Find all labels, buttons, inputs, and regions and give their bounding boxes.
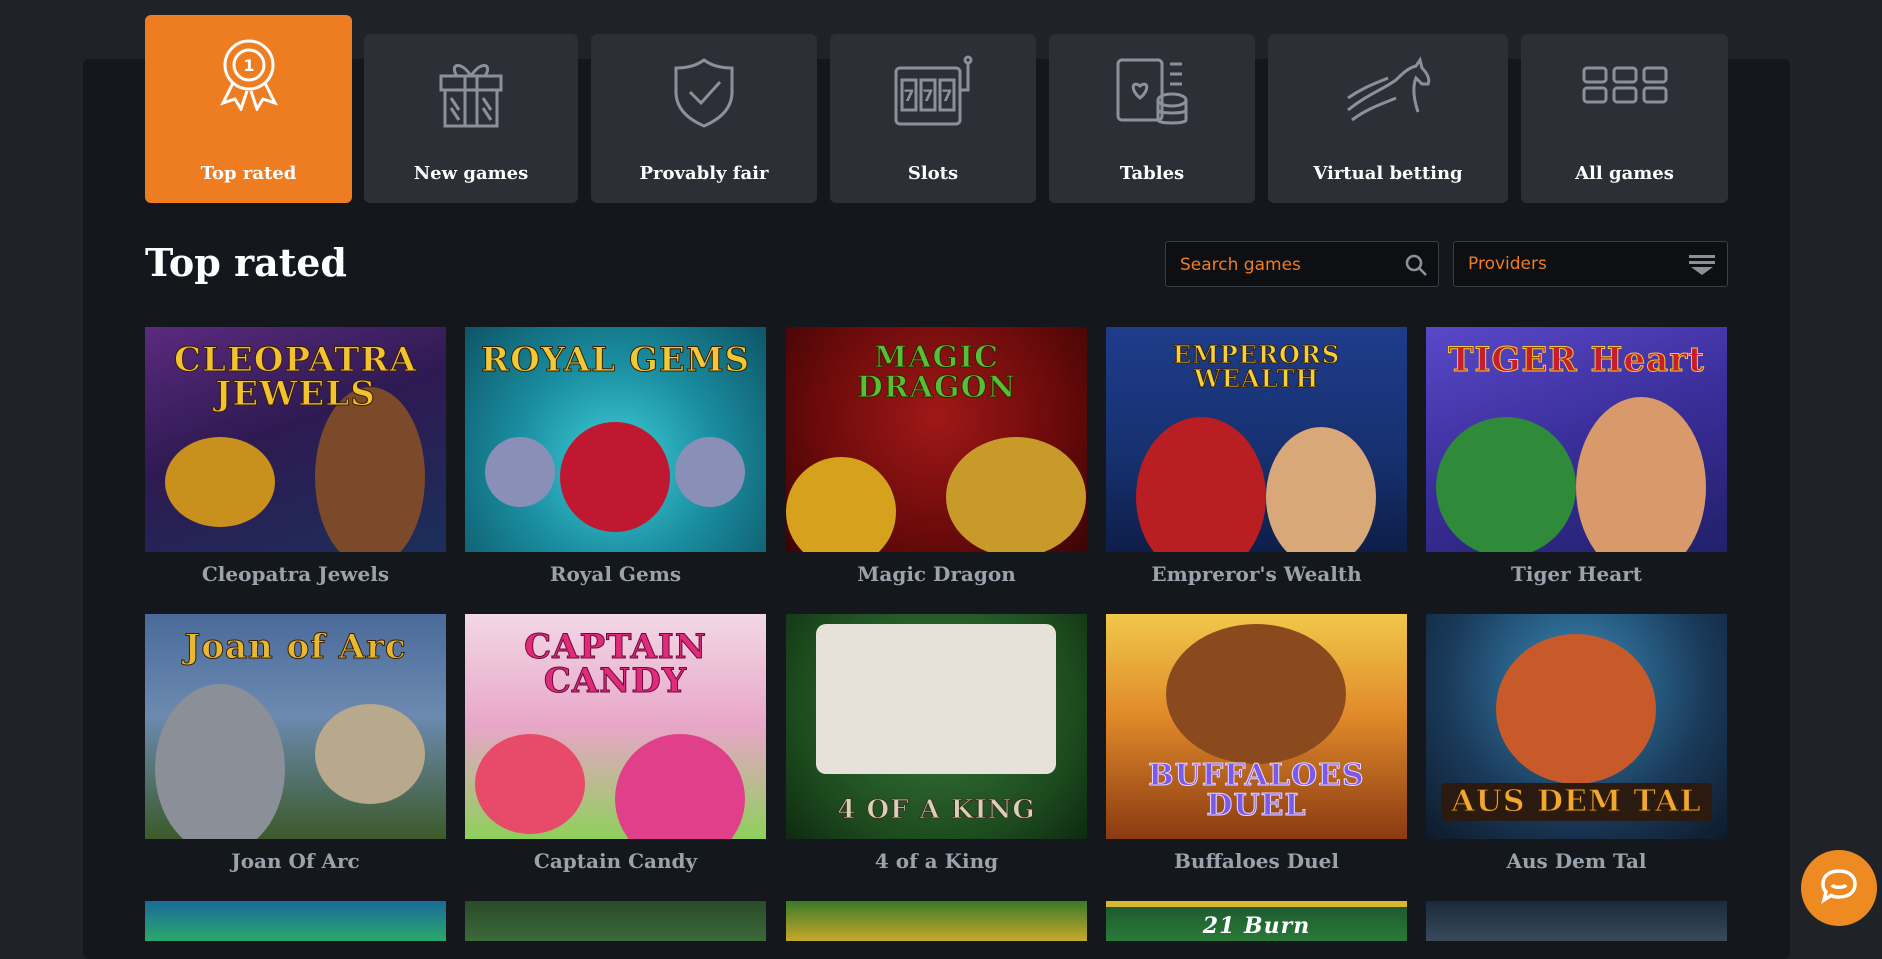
game-title: Joan Of Arc — [231, 849, 360, 873]
game-title: Captain Candy — [533, 849, 698, 873]
game-thumbnail: 21 Burn — [1106, 901, 1407, 941]
game-logo: BUFFALOES DUEL — [1148, 758, 1365, 823]
game-logo: EMPERORS WEALTH — [1172, 340, 1341, 393]
search-icon[interactable] — [1404, 253, 1428, 281]
game-title: Aus Dem Tal — [1506, 849, 1647, 873]
game-card-captain-candy[interactable]: CAPTAIN CANDY Captain Candy — [465, 614, 766, 873]
slot-machine-icon: 7 7 7 — [830, 52, 1036, 132]
game-card-magic-dragon[interactable]: MAGIC DRAGON Magic Dragon — [786, 327, 1087, 586]
game-logo: CLEOPATRA JEWELS — [173, 340, 418, 414]
game-card[interactable] — [145, 901, 446, 941]
game-thumbnail: CLEOPATRA JEWELS — [145, 327, 446, 552]
gift-icon — [364, 52, 578, 132]
providers-dropdown[interactable]: Providers — [1453, 241, 1728, 287]
tab-label: All games — [1575, 163, 1674, 184]
svg-text:7: 7 — [903, 86, 914, 105]
cards-chips-icon — [1049, 52, 1255, 132]
game-card[interactable] — [786, 901, 1087, 941]
game-card-4-of-a-king[interactable]: 4 OF A KING 4 of a King — [786, 614, 1087, 873]
game-logo: 21 Burn — [1202, 913, 1311, 939]
chat-button[interactable] — [1801, 850, 1877, 926]
tab-label: Top rated — [200, 163, 297, 184]
game-thumbnail: EMPERORS WEALTH — [1106, 327, 1407, 552]
chat-bubble-icon — [1819, 867, 1859, 909]
search-box — [1165, 241, 1439, 288]
svg-text:7: 7 — [941, 86, 952, 105]
game-card[interactable] — [465, 901, 766, 941]
tab-label: Tables — [1119, 163, 1185, 184]
game-logo: Joan of Arc — [184, 627, 407, 667]
tab-provably-fair[interactable]: Provably fair — [591, 34, 817, 203]
game-title: Royal Gems — [549, 562, 682, 586]
game-thumbnail: TIGER Heart — [1426, 327, 1727, 552]
game-title: Cleopatra Jewels — [201, 562, 390, 586]
tab-all-games[interactable]: All games — [1521, 34, 1728, 203]
page-title: Top rated — [145, 240, 348, 285]
game-logo: CAPTAIN CANDY — [524, 627, 707, 701]
tab-tables[interactable]: Tables — [1049, 34, 1255, 203]
game-title: Magic Dragon — [857, 562, 1016, 586]
game-thumbnail: AUS DEM TAL — [1426, 614, 1727, 839]
game-thumbnail: BUFFALOES DUEL — [1106, 614, 1407, 839]
game-thumbnail: 4 OF A KING — [786, 614, 1087, 839]
horse-icon — [1268, 52, 1508, 132]
search-input[interactable] — [1178, 242, 1392, 288]
game-card-buffaloes-duel[interactable]: BUFFALOES DUEL Buffaloes Duel — [1106, 614, 1407, 873]
game-card-royal-gems[interactable]: ROYAL GEMS Royal Gems — [465, 327, 766, 586]
game-thumbnail — [145, 901, 446, 941]
tab-label: Virtual betting — [1313, 163, 1463, 184]
game-title: Tiger Heart — [1510, 562, 1643, 586]
game-logo: TIGER Heart — [1448, 340, 1705, 380]
game-title: Buffaloes Duel — [1174, 849, 1339, 873]
tab-label: Slots — [907, 163, 959, 184]
svg-text:1: 1 — [243, 56, 254, 75]
game-card-joan-of-arc[interactable]: Joan of Arc Joan Of Arc — [145, 614, 446, 873]
game-logo: MAGIC DRAGON — [856, 340, 1017, 405]
game-card-emperors-wealth[interactable]: EMPERORS WEALTH Empreror's Wealth — [1106, 327, 1407, 586]
game-title: Empreror's Wealth — [1151, 562, 1362, 586]
award-ribbon-icon: 1 — [145, 33, 352, 113]
shield-check-icon — [591, 52, 817, 132]
game-thumbnail — [1426, 901, 1727, 941]
game-card-cleopatra-jewels[interactable]: CLEOPATRA JEWELS Cleopatra Jewels — [145, 327, 446, 586]
tab-label: New games — [413, 163, 529, 184]
game-card[interactable]: 21 Burn — [1106, 901, 1407, 941]
game-thumbnail: MAGIC DRAGON — [786, 327, 1087, 552]
game-thumbnail — [786, 901, 1087, 941]
game-card-tiger-heart[interactable]: TIGER Heart Tiger Heart — [1426, 327, 1727, 586]
game-logo: 4 OF A KING — [837, 795, 1036, 825]
game-card[interactable] — [1426, 901, 1727, 941]
game-logo: ROYAL GEMS — [480, 340, 751, 380]
game-thumbnail: Joan of Arc — [145, 614, 446, 839]
tab-new-games[interactable]: New games — [364, 34, 578, 203]
game-thumbnail — [465, 901, 766, 941]
providers-label: Providers — [1468, 254, 1547, 274]
filter-list-icon — [1689, 255, 1715, 279]
game-logo: AUS DEM TAL — [1441, 783, 1712, 821]
tab-slots[interactable]: 7 7 7 Slots — [830, 34, 1036, 203]
tab-label: Provably fair — [639, 163, 769, 184]
game-card-aus-dem-tal[interactable]: AUS DEM TAL Aus Dem Tal — [1426, 614, 1727, 873]
game-thumbnail: ROYAL GEMS — [465, 327, 766, 552]
game-thumbnail: CAPTAIN CANDY — [465, 614, 766, 839]
game-title: 4 of a King — [874, 849, 999, 873]
tab-top-rated[interactable]: 1 Top rated — [145, 15, 352, 203]
tab-virtual-betting[interactable]: Virtual betting — [1268, 34, 1508, 203]
grid-icon — [1521, 52, 1728, 132]
svg-text:7: 7 — [922, 86, 933, 105]
